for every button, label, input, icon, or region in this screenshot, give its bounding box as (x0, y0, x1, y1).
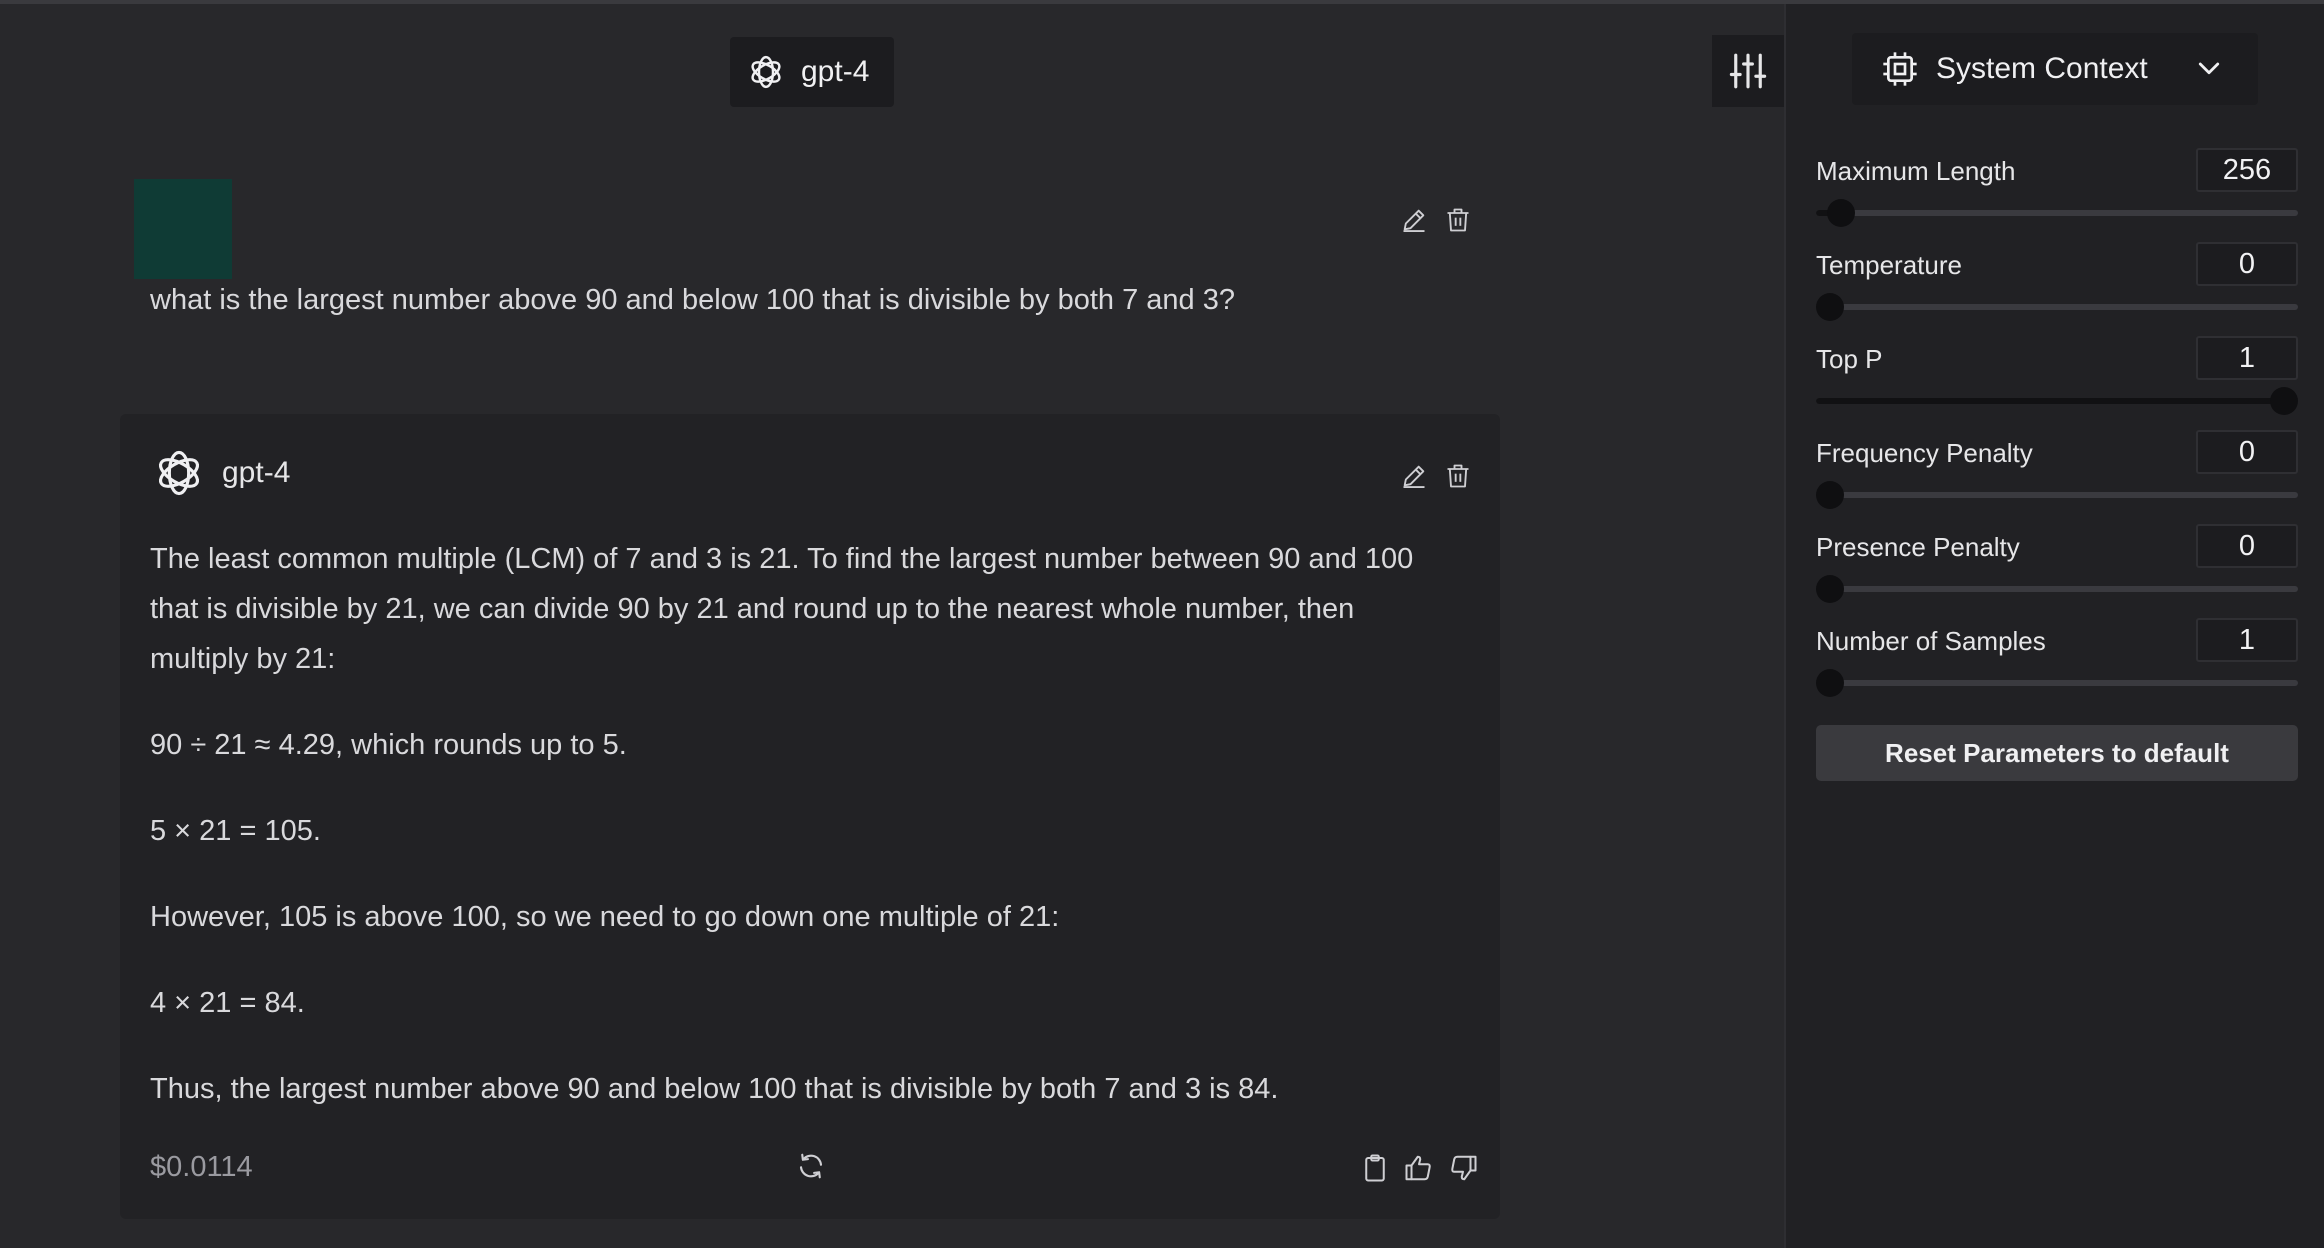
param-slider[interactable] (1816, 575, 2298, 603)
openai-logo-icon (150, 444, 208, 502)
slider-thumb[interactable] (1827, 199, 1856, 227)
system-context-label: System Context (1936, 52, 2148, 85)
assistant-message-body: The least common multiple (LCM) of 7 and… (150, 534, 1450, 1150)
clipboard-icon[interactable] (1360, 1153, 1390, 1183)
param-label: Frequency Penalty (1816, 438, 2033, 468)
refresh-icon (796, 1151, 826, 1181)
slider-thumb[interactable] (1816, 293, 1844, 321)
param-top-p: Top P 1 (1816, 336, 2298, 430)
chat-area: gpt-4 what is the largest number above 9… (0, 4, 1784, 1248)
assistant-feedback-actions (1360, 1153, 1478, 1183)
assistant-model-name: gpt-4 (222, 456, 291, 489)
system-context-dropdown[interactable]: System Context (1852, 33, 2258, 105)
param-slider[interactable] (1816, 387, 2298, 415)
parameters-sidebar: System Context Maximum Length 256 Temper… (1784, 4, 2324, 1248)
assistant-message-actions (1400, 462, 1472, 490)
chevron-down-icon (2194, 54, 2224, 84)
param-value-input[interactable]: 1 (2196, 336, 2298, 380)
slider-thumb[interactable] (2270, 387, 2298, 415)
param-presence-penalty: Presence Penalty 0 (1816, 524, 2298, 618)
response-cost: $0.0114 (150, 1151, 253, 1183)
edit-icon[interactable] (1400, 206, 1428, 234)
param-value-input[interactable]: 0 (2196, 430, 2298, 474)
param-label: Temperature (1816, 250, 1962, 280)
reset-parameters-button[interactable]: Reset Parameters to default (1816, 725, 2298, 781)
response-paragraph: 4 × 21 = 84. (150, 987, 305, 1019)
user-message-text: what is the largest number above 90 and … (150, 284, 1235, 316)
cpu-icon (1880, 49, 1920, 89)
slider-thumb[interactable] (1816, 575, 1844, 603)
assistant-message: gpt-4 The least common multiple (LCM) of… (120, 414, 1500, 1219)
thumbs-up-icon[interactable] (1404, 1153, 1434, 1183)
user-message-actions (1400, 206, 1472, 234)
param-frequency-penalty: Frequency Penalty 0 (1816, 430, 2298, 524)
model-selector[interactable]: gpt-4 (730, 37, 894, 107)
param-label: Maximum Length (1816, 156, 2016, 186)
slider-thumb[interactable] (1816, 481, 1844, 509)
regenerate-button[interactable] (796, 1151, 826, 1181)
param-slider[interactable] (1816, 481, 2298, 509)
param-label: Presence Penalty (1816, 532, 2020, 562)
sliders-icon (1727, 50, 1769, 92)
param-temperature: Temperature 0 (1816, 242, 2298, 336)
model-name: gpt-4 (801, 55, 870, 88)
assistant-header: gpt-4 (150, 444, 290, 502)
thumbs-down-icon[interactable] (1448, 1153, 1478, 1183)
param-slider[interactable] (1816, 669, 2298, 697)
param-slider[interactable] (1816, 199, 2298, 227)
user-avatar (134, 179, 232, 279)
settings-toggle-button[interactable] (1712, 35, 1784, 107)
param-slider[interactable] (1816, 293, 2298, 321)
slider-thumb[interactable] (1816, 669, 1844, 697)
param-value-input[interactable]: 0 (2196, 242, 2298, 286)
param-value-input[interactable]: 1 (2196, 618, 2298, 662)
response-paragraph: 5 × 21 = 105. (150, 815, 321, 847)
param-value-input[interactable]: 0 (2196, 524, 2298, 568)
user-message: what is the largest number above 90 and … (120, 174, 1500, 414)
response-paragraph: The least common multiple (LCM) of 7 and… (150, 543, 1414, 675)
response-paragraph: Thus, the largest number above 90 and be… (150, 1073, 1279, 1105)
delete-icon[interactable] (1444, 462, 1472, 490)
response-paragraph: 90 ÷ 21 ≈ 4.29, which rounds up to 5. (150, 729, 627, 761)
openai-logo-icon (745, 51, 787, 93)
param-label: Top P (1816, 344, 1883, 374)
param-number-of-samples: Number of Samples 1 (1816, 618, 2298, 712)
response-paragraph: However, 105 is above 100, so we need to… (150, 901, 1060, 933)
param-value-input[interactable]: 256 (2196, 148, 2298, 192)
delete-icon[interactable] (1444, 206, 1472, 234)
edit-icon[interactable] (1400, 462, 1428, 490)
param-label: Number of Samples (1816, 626, 2046, 656)
param-maximum-length: Maximum Length 256 (1816, 148, 2298, 242)
